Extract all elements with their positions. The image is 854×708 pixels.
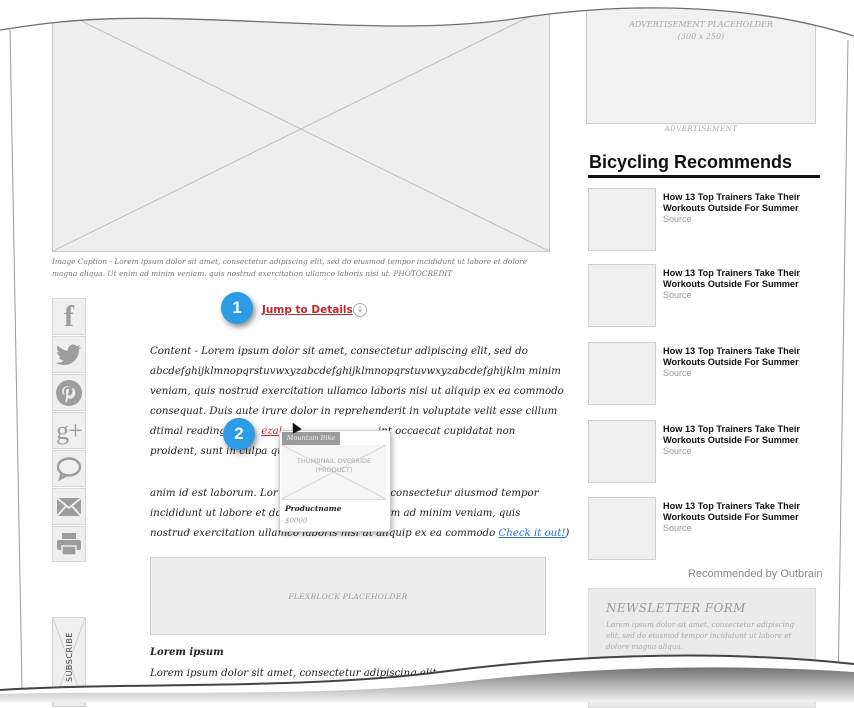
share-twitter[interactable]: [52, 336, 86, 373]
advertisement-label: ADVERTISEMENT: [664, 125, 738, 133]
text-fragment: incididunt ut labore et dol: [150, 508, 285, 519]
annotation-badge-2: 2: [223, 418, 255, 450]
thumbnail-label: (PRODUCT): [315, 466, 353, 474]
check-it-out-link[interactable]: Check it out!: [498, 528, 565, 539]
recommended-thumbnail[interactable]: [588, 264, 656, 327]
print-icon: [57, 533, 81, 556]
recommended-title[interactable]: How 13 Top Trainers Take Their Workouts …: [663, 268, 823, 290]
recommended-thumbnail[interactable]: [588, 342, 656, 405]
recommended-item[interactable]: How 13 Top Trainers Take Their Workouts …: [588, 420, 828, 486]
recommended-source: Source: [663, 446, 692, 456]
share-facebook[interactable]: f: [52, 298, 86, 335]
text-line: consequat. Duis aute irure dolor in repr…: [150, 406, 558, 417]
popup-category-tab: Mountain Bike: [282, 432, 340, 445]
jump-to-details-link[interactable]: Jump to Details: [262, 304, 353, 316]
recommends-heading: Bicycling Recommends: [589, 152, 793, 172]
text-line: incididunt ut labore et dolore magna ali…: [150, 688, 475, 699]
text-fragment: proident, sunt in culpa qui: [150, 446, 287, 457]
product-popup[interactable]: Mountain Bike THUMBNAIL OVERRIDE (PRODUC…: [279, 430, 391, 532]
text-fragment: et, consectetur aiusmod tempor: [373, 488, 539, 499]
outbrain-credit[interactable]: Recommended by Outbrain: [688, 568, 823, 580]
recommended-thumbnail[interactable]: [588, 497, 656, 560]
recommended-source: Source: [663, 290, 692, 300]
arrow-down-circle-icon[interactable]: ↓: [353, 303, 367, 317]
newsletter-title: NEWSLETTER FORM: [606, 601, 746, 615]
newsletter-email-input[interactable]: [709, 671, 777, 683]
twitter-icon: [56, 344, 81, 365]
newsletter-description: Lorem ipsum dolor sit amet, consectetur …: [606, 620, 795, 651]
recommended-title[interactable]: How 13 Top Trainers Take Their Workouts …: [663, 501, 823, 523]
recommended-source: Source: [663, 368, 692, 378]
text-line: abcdefghijklmnopqrstuvwxyzabcdefghijklmn…: [150, 366, 561, 377]
recommended-item[interactable]: How 13 Top Trainers Take Their Workouts …: [588, 264, 828, 330]
recommended-source: Source: [663, 214, 692, 224]
thumbnail-label: THUMBNAIL OVERRIDE: [296, 457, 372, 465]
text-fragment: ): [565, 528, 570, 539]
newsletter-form: NEWSLETTER FORM Lorem ipsum dolor sit am…: [588, 588, 816, 708]
ad-size-label: (300 x 250): [677, 32, 725, 41]
recommended-title[interactable]: How 13 Top Trainers Take Their Workouts …: [663, 346, 823, 368]
ad-placeholder-label: ADVERTISEMENT PLACEHOLDER: [629, 20, 773, 29]
recommended-item[interactable]: How 13 Top Trainers Take Their Workouts …: [588, 497, 828, 563]
popup-thumbnail: THUMBNAIL OVERRIDE (PRODUCT): [282, 445, 386, 500]
comment-icon: [56, 456, 82, 481]
facebook-icon: f: [64, 299, 74, 333]
recommended-title[interactable]: How 13 Top Trainers Take Their Workouts …: [663, 192, 823, 214]
email-icon: [56, 496, 82, 517]
share-google-plus[interactable]: g+: [52, 412, 86, 449]
pinterest-icon: [56, 379, 82, 406]
placeholder-cross: [53, 7, 549, 251]
subscribe-tab[interactable]: SUBSCRIBE: [52, 617, 86, 707]
share-comment[interactable]: [52, 450, 86, 487]
heading-divider: [588, 175, 820, 178]
recommended-title[interactable]: How 13 Top Trainers Take Their Workouts …: [663, 424, 823, 446]
article-paragraph-3: Lorem ipsum dolor sit amet, consectetur …: [150, 664, 564, 704]
section-heading: Lorem ipsum: [150, 647, 224, 658]
recommended-item[interactable]: How 13 Top Trainers Take Their Workouts …: [588, 188, 828, 254]
recommended-thumbnail[interactable]: [588, 188, 656, 251]
recommended-thumbnail[interactable]: [588, 420, 656, 483]
popup-product-price: $0000: [285, 517, 308, 525]
google-plus-icon: g+: [56, 415, 83, 445]
advertisement-placeholder: ADVERTISEMENT PLACEHOLDER (300 x 250): [586, 4, 816, 124]
text-line: veniam, quis nostrud exercitation ullamc…: [150, 386, 564, 397]
share-pinterest[interactable]: [52, 374, 86, 411]
recommended-source: Source: [663, 523, 692, 533]
annotation-badge-1: 1: [221, 292, 253, 324]
text-fragment: nim ad minim veniam, quis: [380, 508, 521, 519]
text-line: Content - Lorem ipsum dolor sit amet, co…: [150, 346, 528, 357]
text-fragment: int occaecat cupidatat non: [377, 426, 516, 437]
share-print[interactable]: [52, 526, 86, 562]
share-email[interactable]: [52, 488, 86, 525]
image-caption: Image Caption - Lorem ipsum dolor sit am…: [52, 257, 528, 278]
hero-image-placeholder: [52, 6, 550, 252]
text-line: Lorem ipsum dolor sit amet, consectetur …: [150, 668, 564, 679]
text-fragment: anim id est laborum. Lor: [150, 488, 278, 499]
flexblock-placeholder: FLEXBLOCK PLACEHOLDER: [150, 557, 546, 635]
subscribe-label: SUBSCRIBE: [65, 632, 74, 682]
recommended-item[interactable]: How 13 Top Trainers Take Their Workouts …: [588, 342, 828, 408]
popup-product-name: Productname: [285, 504, 342, 513]
